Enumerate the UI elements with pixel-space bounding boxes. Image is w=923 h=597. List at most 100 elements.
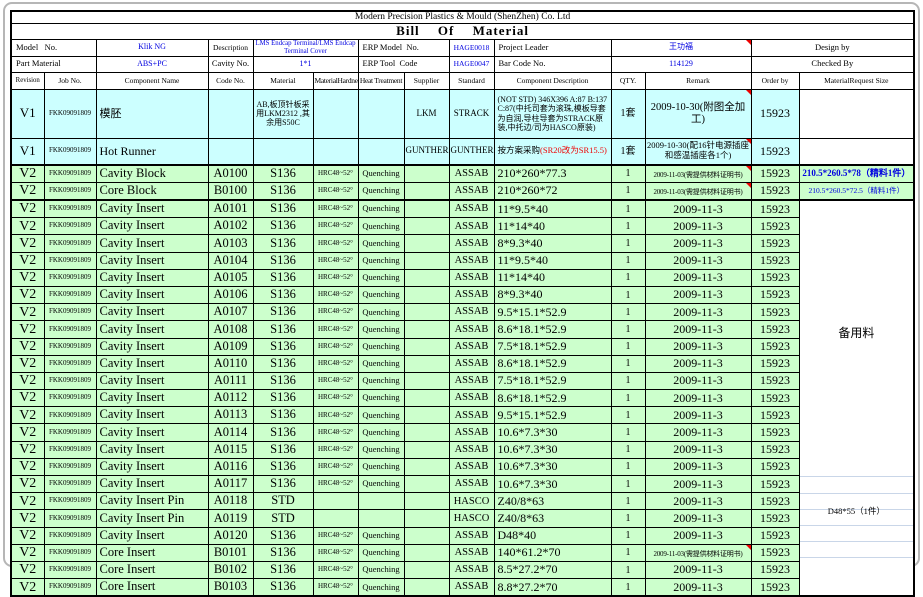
cell-qty[interactable]: 1 bbox=[611, 372, 645, 389]
cell-mat[interactable]: S136 bbox=[253, 407, 313, 424]
cell-order[interactable]: 15923 bbox=[751, 407, 799, 424]
cell-code[interactable]: A0100 bbox=[208, 165, 253, 183]
cell-hard[interactable]: HRC48~52° bbox=[313, 544, 358, 561]
cell-heat[interactable]: Quenching bbox=[358, 200, 404, 218]
cell-remark[interactable]: 2009-11-3 bbox=[645, 527, 751, 544]
cell-name[interactable]: Cavity Insert bbox=[96, 441, 208, 458]
cell-std[interactable]: ASSAB bbox=[449, 218, 494, 235]
design-by-label[interactable]: Design by bbox=[751, 40, 914, 57]
cell-remark[interactable]: 2009-11-3 bbox=[645, 338, 751, 355]
cell-sup[interactable]: GUNTHER bbox=[404, 138, 449, 165]
cell-std[interactable]: ASSAB bbox=[449, 200, 494, 218]
project-leader-label[interactable]: Project Leader bbox=[494, 40, 611, 57]
cell-desc[interactable]: (NOT STD) 346X396 A:87 B:137 C:87(中托司套为滚… bbox=[494, 89, 611, 138]
cell-material-request[interactable]: 210.5*260.5*72.5（精料1件） bbox=[799, 182, 914, 200]
cell-hard[interactable]: HRC48~52° bbox=[313, 338, 358, 355]
cell-job[interactable]: FKK09091809 bbox=[44, 493, 96, 510]
cell-job[interactable]: FKK09091809 bbox=[44, 269, 96, 286]
erp-model-no-label[interactable]: ERP Model No. bbox=[358, 40, 449, 57]
cell-job[interactable]: FKK09091809 bbox=[44, 304, 96, 321]
cell-sup[interactable] bbox=[404, 218, 449, 235]
cell-sup[interactable] bbox=[404, 527, 449, 544]
cell-std[interactable]: ASSAB bbox=[449, 390, 494, 407]
cell-code[interactable]: A0107 bbox=[208, 304, 253, 321]
cell-name[interactable]: Cavity Insert bbox=[96, 355, 208, 372]
cell-heat[interactable]: Quenching bbox=[358, 561, 404, 578]
cell-hard[interactable]: HRC48~52° bbox=[313, 441, 358, 458]
cell-remark[interactable]: 2009-11-3 bbox=[645, 252, 751, 269]
cell-hard[interactable]: HRC48~52° bbox=[313, 165, 358, 183]
cell-hard[interactable]: HRC48~52° bbox=[313, 218, 358, 235]
cell-sup[interactable] bbox=[404, 493, 449, 510]
cell-sup[interactable] bbox=[404, 321, 449, 338]
cell-remark[interactable]: 2009-11-3 bbox=[645, 493, 751, 510]
col-header-code-no[interactable]: Code No. bbox=[208, 72, 253, 89]
cavity-no-label[interactable]: Cavity No. bbox=[208, 56, 253, 72]
cell-hard[interactable]: HRC48~52° bbox=[313, 321, 358, 338]
cell-heat[interactable]: Quenching bbox=[358, 182, 404, 200]
cell-rev[interactable]: V2 bbox=[11, 252, 44, 269]
cell-heat[interactable]: Quenching bbox=[358, 321, 404, 338]
cell-code[interactable]: A0109 bbox=[208, 338, 253, 355]
cell-job[interactable]: FKK09091809 bbox=[44, 424, 96, 441]
cell-job[interactable]: FKK09091809 bbox=[44, 441, 96, 458]
cell-mat[interactable]: S136 bbox=[253, 165, 313, 183]
cell-order[interactable]: 15923 bbox=[751, 527, 799, 544]
cell-code[interactable]: A0108 bbox=[208, 321, 253, 338]
cell-mat[interactable]: S136 bbox=[253, 579, 313, 597]
cell-order[interactable]: 15923 bbox=[751, 579, 799, 597]
cell-name[interactable]: Cavity Insert Pin bbox=[96, 493, 208, 510]
cell-name[interactable]: Hot Runner bbox=[96, 138, 208, 165]
cell-code[interactable]: A0103 bbox=[208, 235, 253, 252]
cell-order[interactable]: 15923 bbox=[751, 355, 799, 372]
cell-desc[interactable]: 8.6*18.1*52.9 bbox=[494, 355, 611, 372]
cell-std[interactable]: ASSAB bbox=[449, 355, 494, 372]
cell-rev[interactable]: V2 bbox=[11, 424, 44, 441]
cell-remark[interactable]: 2009-10-30(配16针电源插座和感温插座各1个) bbox=[645, 138, 751, 165]
cell-rev[interactable]: V2 bbox=[11, 579, 44, 597]
bar-code-no-label[interactable]: Bar Code No. bbox=[494, 56, 611, 72]
cell-rev[interactable]: V2 bbox=[11, 269, 44, 286]
cell-job[interactable]: FKK09091809 bbox=[44, 510, 96, 527]
cell-name[interactable]: Cavity Insert bbox=[96, 252, 208, 269]
cell-order[interactable]: 15923 bbox=[751, 338, 799, 355]
cell-heat[interactable] bbox=[358, 510, 404, 527]
cell-desc[interactable]: 10.6*7.3*30 bbox=[494, 458, 611, 475]
cell-mat[interactable]: S136 bbox=[253, 321, 313, 338]
cell-qty[interactable]: 1 bbox=[611, 441, 645, 458]
cell-hard[interactable]: HRC48~52° bbox=[313, 372, 358, 389]
cell-order[interactable]: 15923 bbox=[751, 476, 799, 493]
cell-job[interactable]: FKK09091809 bbox=[44, 252, 96, 269]
cell-heat[interactable]: Quenching bbox=[358, 269, 404, 286]
cell-rev[interactable]: V2 bbox=[11, 458, 44, 475]
cell-heat[interactable]: Quenching bbox=[358, 165, 404, 183]
col-header-order-by[interactable]: Order by bbox=[751, 72, 799, 89]
cell-remark[interactable]: 2009-11-3 bbox=[645, 372, 751, 389]
cell-desc[interactable]: 8*9.3*40 bbox=[494, 286, 611, 303]
cell-material-request[interactable] bbox=[799, 138, 914, 165]
cell-rev[interactable]: V2 bbox=[11, 407, 44, 424]
cell-sup[interactable] bbox=[404, 165, 449, 183]
cell-name[interactable]: Core Block bbox=[96, 182, 208, 200]
cell-remark[interactable]: 2009-11-3 bbox=[645, 561, 751, 578]
model-no-label[interactable]: Model No. bbox=[11, 40, 96, 57]
cell-remark[interactable]: 2009-10-30(附图全加工) bbox=[645, 89, 751, 138]
cell-std[interactable]: ASSAB bbox=[449, 338, 494, 355]
cell-mat[interactable]: S136 bbox=[253, 561, 313, 578]
cell-rev[interactable]: V2 bbox=[11, 235, 44, 252]
cell-code[interactable]: A0106 bbox=[208, 286, 253, 303]
cell-name[interactable]: 模胚 bbox=[96, 89, 208, 138]
cell-heat[interactable]: Quenching bbox=[358, 458, 404, 475]
cell-job[interactable]: FKK09091809 bbox=[44, 200, 96, 218]
cell-heat[interactable]: Quenching bbox=[358, 372, 404, 389]
cell-std[interactable]: ASSAB bbox=[449, 286, 494, 303]
cell-rev[interactable]: V2 bbox=[11, 527, 44, 544]
cell-name[interactable]: Cavity Insert bbox=[96, 200, 208, 218]
cell-heat[interactable]: Quenching bbox=[358, 441, 404, 458]
cell-mat[interactable]: S136 bbox=[253, 218, 313, 235]
cell-mat[interactable]: AB,板顶针板采用LKM2312 ,其余用S50C bbox=[253, 89, 313, 138]
cell-code[interactable]: A0120 bbox=[208, 527, 253, 544]
cell-name[interactable]: Cavity Block bbox=[96, 165, 208, 183]
cell-code[interactable]: B0102 bbox=[208, 561, 253, 578]
cell-name[interactable]: Cavity Insert bbox=[96, 338, 208, 355]
